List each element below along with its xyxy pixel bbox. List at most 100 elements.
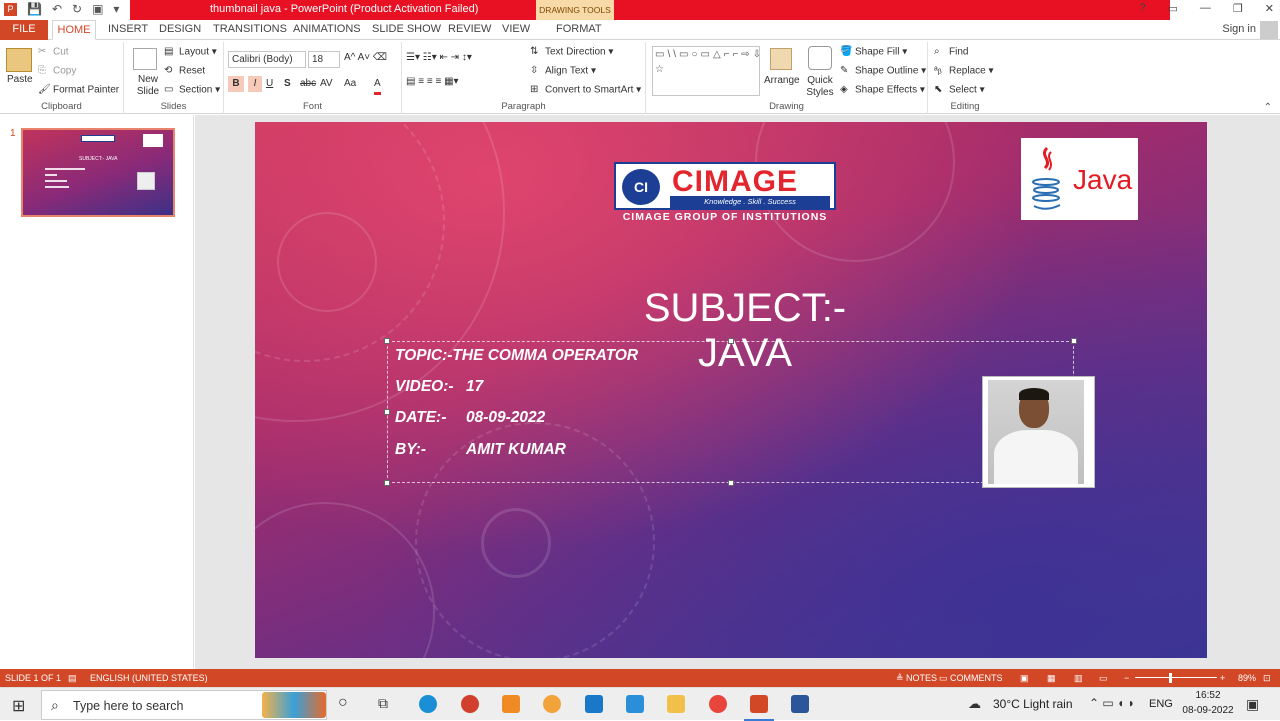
collapse-ribbon-icon[interactable]: ⌃ xyxy=(1264,102,1272,113)
zoom-in-icon[interactable]: + xyxy=(1220,669,1225,687)
ribbon-display-icon[interactable]: ▭ xyxy=(1168,2,1178,15)
cut-button[interactable]: ✂ Cut xyxy=(38,46,69,58)
minimize-icon[interactable]: — xyxy=(1200,2,1211,15)
chrome-icon[interactable] xyxy=(709,695,727,713)
select-button[interactable]: ⬉ Select ▾ xyxy=(934,84,985,96)
new-slide-button[interactable]: New Slide xyxy=(132,74,164,98)
cortana-icon[interactable]: ○ xyxy=(338,694,348,712)
tab-slide-show[interactable]: SLIDE SHOW xyxy=(372,20,441,40)
align-text-button[interactable]: ⇳ Align Text ▾ xyxy=(530,65,596,77)
bullets-icon[interactable]: ☰▾ ☷▾ ⇤ ⇥ ↕▾ xyxy=(406,52,472,63)
sign-in-link[interactable]: Sign in xyxy=(1222,23,1256,35)
resize-handle[interactable] xyxy=(728,338,734,344)
paste-icon[interactable] xyxy=(6,48,32,72)
arrange-icon[interactable] xyxy=(770,48,792,70)
tab-home[interactable]: HOME xyxy=(52,20,96,40)
input-language[interactable]: ENG xyxy=(1149,698,1173,710)
character-spacing-button[interactable]: AV xyxy=(320,76,333,92)
help-icon[interactable]: ? xyxy=(1139,2,1145,15)
shape-outline-button[interactable]: ✎ Shape Outline ▾ xyxy=(840,65,926,77)
section-button[interactable]: ▭ Section ▾ xyxy=(164,84,220,96)
notes-button[interactable]: ≜ NOTES xyxy=(896,669,937,687)
zoom-level[interactable]: 89% xyxy=(1238,669,1256,687)
font-name-combo[interactable]: Calibri (Body) xyxy=(228,51,306,68)
resize-handle[interactable] xyxy=(384,409,390,415)
customize-qat-icon[interactable]: ▾ xyxy=(113,2,119,16)
windows-start-icon[interactable]: ⊞ xyxy=(12,696,25,716)
reading-view-icon[interactable]: ▥ xyxy=(1074,669,1083,687)
strikethrough-button[interactable]: abc xyxy=(300,76,316,92)
quick-styles-button[interactable]: Quick Styles xyxy=(802,75,838,99)
resize-handle[interactable] xyxy=(384,338,390,344)
slide[interactable]: CI CIMAGE Knowledge . Skill . Success CI… xyxy=(255,122,1207,658)
store-icon[interactable] xyxy=(626,695,644,713)
tab-design[interactable]: DESIGN xyxy=(159,20,201,40)
bold-button[interactable]: B xyxy=(228,76,244,92)
zoom-slider[interactable] xyxy=(1135,677,1217,678)
tab-review[interactable]: REVIEW xyxy=(448,20,491,40)
redo-icon[interactable]: ↻ xyxy=(72,2,82,16)
undo-icon[interactable]: ↶ xyxy=(52,2,62,16)
resize-handle[interactable] xyxy=(1071,338,1077,344)
tray-icons[interactable]: ⌃ ▭ ◖ ◗ xyxy=(1089,696,1135,710)
underline-button[interactable]: U xyxy=(266,76,273,92)
reset-button[interactable]: ⟲ Reset xyxy=(164,65,205,77)
mail-icon[interactable] xyxy=(585,695,603,713)
close-icon[interactable]: ✕ xyxy=(1265,2,1274,15)
find-button[interactable]: ⌕ Find xyxy=(934,46,968,58)
taskbar-search[interactable]: ⌕ Type here to search xyxy=(41,690,327,720)
shape-fill-button[interactable]: 🪣 Shape Fill ▾ xyxy=(840,46,907,58)
app-icon[interactable] xyxy=(502,695,520,713)
restore-icon[interactable]: ❐ xyxy=(1233,2,1243,15)
author-photo[interactable] xyxy=(982,376,1095,488)
tab-insert[interactable]: INSERT xyxy=(108,20,148,40)
layout-button[interactable]: ▤ Layout ▾ xyxy=(164,46,217,58)
clock-time[interactable]: 16:52 xyxy=(1180,690,1236,701)
tab-file[interactable]: FILE xyxy=(0,20,48,40)
shape-effects-button[interactable]: ◈ Shape Effects ▾ xyxy=(840,84,925,96)
change-case-button[interactable]: Aa xyxy=(344,76,356,92)
tab-format[interactable]: FORMAT xyxy=(556,20,602,40)
new-slide-icon[interactable] xyxy=(133,48,157,70)
zoom-slider-thumb[interactable] xyxy=(1169,673,1172,683)
word-icon[interactable] xyxy=(791,695,809,713)
zoom-out-icon[interactable]: − xyxy=(1124,669,1129,687)
account-avatar[interactable] xyxy=(1260,21,1278,39)
slide-sorter-icon[interactable]: ▦ xyxy=(1047,669,1056,687)
font-color-button[interactable]: A xyxy=(374,76,381,95)
save-icon[interactable]: 💾 xyxy=(27,2,42,16)
format-painter-button[interactable]: 🖌 Format Painter xyxy=(38,84,119,96)
increase-font-icon[interactable]: A^ A˅ ⌫ xyxy=(344,52,387,63)
text-direction-button[interactable]: ⇅ Text Direction ▾ xyxy=(530,46,613,58)
tab-transitions[interactable]: TRANSITIONS xyxy=(213,20,287,40)
slideshow-icon[interactable]: ▭ xyxy=(1099,669,1108,687)
presentation-icon[interactable]: ▣ xyxy=(92,2,103,16)
shadow-button[interactable]: S xyxy=(284,76,291,92)
tab-view[interactable]: VIEW xyxy=(502,20,530,40)
replace-button[interactable]: ᵃᵦ Replace ▾ xyxy=(934,65,994,77)
quick-styles-icon[interactable] xyxy=(808,46,832,70)
file-explorer-icon[interactable] xyxy=(667,695,685,713)
fit-slide-icon[interactable]: ⊡ xyxy=(1263,669,1271,687)
edge-icon[interactable] xyxy=(419,695,437,713)
app-icon[interactable] xyxy=(543,695,561,713)
language-indicator[interactable]: ENGLISH (UNITED STATES) xyxy=(90,669,208,687)
resize-handle[interactable] xyxy=(384,480,390,486)
task-view-icon[interactable]: ⧉ xyxy=(378,695,388,712)
paste-button[interactable]: Paste xyxy=(7,74,33,85)
resize-handle[interactable] xyxy=(728,480,734,486)
slide-thumbnail[interactable]: SUBJECT:- JAVA xyxy=(21,128,175,217)
app-icon[interactable] xyxy=(461,695,479,713)
alignment-icons[interactable]: ▤ ≡ ≡ ≡ ▦▾ xyxy=(406,76,459,87)
italic-button[interactable]: I xyxy=(248,76,262,92)
normal-view-icon[interactable]: ▣ xyxy=(1020,669,1029,687)
clock-date[interactable]: 08-09-2022 xyxy=(1178,705,1238,716)
comments-button[interactable]: ▭ COMMENTS xyxy=(939,669,1003,687)
cimage-logo[interactable]: CI CIMAGE Knowledge . Skill . Success xyxy=(614,162,836,210)
java-logo[interactable]: Java xyxy=(1021,138,1138,220)
weather-text[interactable]: 30°C Light rain xyxy=(993,697,1073,711)
spell-check-icon[interactable]: ▤ xyxy=(68,669,77,687)
notification-icon[interactable]: ▣ xyxy=(1246,696,1259,713)
powerpoint-taskbar-icon[interactable] xyxy=(750,695,768,713)
font-size-combo[interactable]: 18 xyxy=(308,51,340,68)
